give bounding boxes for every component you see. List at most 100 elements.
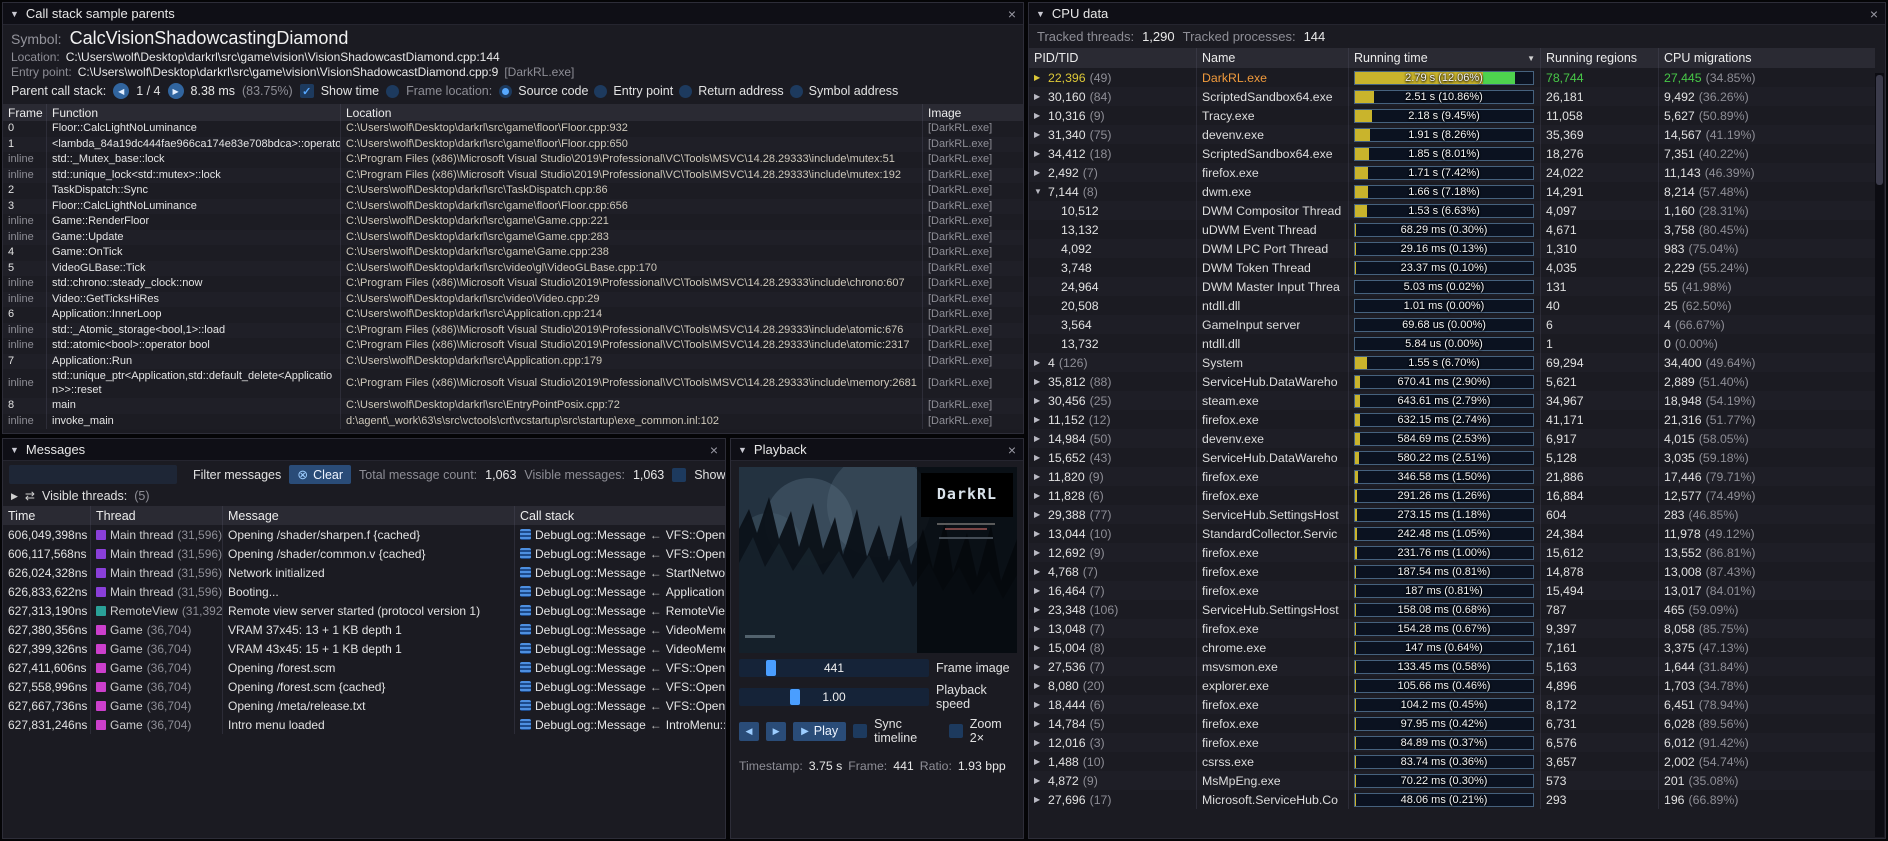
callstack-icon[interactable] (520, 548, 531, 559)
callstack-icon[interactable] (520, 719, 531, 730)
cpu-process-row[interactable]: ▶2,492(7)firefox.exe1.71 s (7.42%)24,022… (1029, 163, 1875, 182)
message-callstack[interactable]: DebugLog::Message←StartNetwo (515, 563, 725, 582)
callstack-frame-row[interactable]: 0Floor::CalcLightNoLuminanceC:\Users\wol… (3, 121, 1023, 137)
message-callstack[interactable]: DebugLog::Message←VideoMemo (515, 620, 725, 639)
cpu-process-row[interactable]: ▶27,536(7)msvsmon.exe133.45 ms (0.58%)5,… (1029, 657, 1875, 676)
cpu-process-row[interactable]: 24,964DWM Master Input Threa5.03 ms (0.0… (1029, 277, 1875, 296)
zoom-2x-checkbox[interactable] (949, 724, 963, 738)
message-callstack[interactable]: DebugLog::Message←VFS::Open (515, 696, 725, 715)
filter-input[interactable] (9, 465, 177, 484)
close-icon[interactable]: × (1008, 443, 1016, 457)
cpu-process-row[interactable]: ▶11,152(12)firefox.exe632.15 ms (2.74%)4… (1029, 410, 1875, 429)
cpu-process-row[interactable]: ▶35,812(88)ServiceHub.DataWareho670.41 m… (1029, 372, 1875, 391)
callstack-frame-row[interactable]: 2TaskDispatch::SyncC:\Users\wolf\Desktop… (3, 183, 1023, 199)
message-row[interactable]: 627,380,356nsGame(36,704)VRAM 37x45: 13 … (3, 620, 725, 639)
cpu-process-row[interactable]: 13,132uDWM Event Thread68.29 ms (0.30%)4… (1029, 220, 1875, 239)
message-row[interactable]: 627,558,996nsGame(36,704)Opening /forest… (3, 677, 725, 696)
next-parent-button[interactable]: ▶ (168, 83, 184, 99)
cpu-process-row[interactable]: ▶13,044(10)StandardCollector.Servic242.4… (1029, 524, 1875, 543)
message-row[interactable]: 606,117,568nsMain thread(31,596)Opening … (3, 544, 725, 563)
expand-icon[interactable]: ▶ (1034, 586, 1044, 595)
expand-icon[interactable]: ▶ (1034, 700, 1044, 709)
radio-source-code[interactable] (499, 85, 512, 98)
cpu-process-row[interactable]: 3,748DWM Token Thread23.37 ms (0.10%)4,0… (1029, 258, 1875, 277)
expand-icon[interactable]: ▶ (1034, 548, 1044, 557)
cpu-process-row[interactable]: ▶11,820(9)firefox.exe346.58 ms (1.50%)21… (1029, 467, 1875, 486)
expand-icon[interactable]: ▶ (1034, 795, 1044, 804)
cpu-process-row[interactable]: ▶18,444(6)firefox.exe104.2 ms (0.45%)8,1… (1029, 695, 1875, 714)
callstack-icon[interactable] (520, 605, 531, 616)
radio-return-address[interactable] (679, 85, 692, 98)
callstack-icon[interactable] (520, 529, 531, 540)
expand-icon[interactable]: ▶ (1034, 757, 1044, 766)
prev-parent-button[interactable]: ◀ (113, 83, 129, 99)
callstack-frame-row[interactable]: inlineVideo::GetTicksHiResC:\Users\wolf\… (3, 292, 1023, 308)
cpu-process-row[interactable]: ▶23,348(106)ServiceHub.SettingsHost158.0… (1029, 600, 1875, 619)
cpu-process-row[interactable]: 4,092DWM LPC Port Thread29.16 ms (0.13%)… (1029, 239, 1875, 258)
scrollbar[interactable] (1875, 73, 1884, 837)
collapse-icon[interactable]: ▼ (10, 445, 19, 455)
callstack-frame-row[interactable]: inlinestd::_Atomic_storage<bool,1>::load… (3, 323, 1023, 339)
callstack-icon[interactable] (520, 567, 531, 578)
expand-icon[interactable]: ▶ (1034, 358, 1044, 367)
callstack-icon[interactable] (520, 643, 531, 654)
callstack-frame-row[interactable]: 4Game::OnTickC:\Users\wolf\Desktop\darkr… (3, 245, 1023, 261)
cpu-process-row[interactable]: ▶16,464(7)firefox.exe187 ms (0.81%)15,49… (1029, 581, 1875, 600)
expand-threads-icon[interactable]: ▶ (11, 491, 18, 502)
callstack-frame-row[interactable]: inlinestd::atomic<bool>::operator boolC:… (3, 338, 1023, 354)
callstack-frame-row[interactable]: inlineinvoke_maind:\agent\_work\63\s\src… (3, 414, 1023, 430)
cpu-process-row[interactable]: 3,564GameInput server69.68 us (0.00%)64(… (1029, 315, 1875, 334)
expand-icon[interactable]: ▶ (1034, 92, 1044, 101)
message-callstack[interactable]: DebugLog::Message←VFS::Open (515, 544, 725, 563)
callstack-frame-row[interactable]: inlinestd::chrono::steady_clock::nowC:\P… (3, 276, 1023, 292)
cpu-process-row[interactable]: ▶8,080(20)explorer.exe105.66 ms (0.46%)4… (1029, 676, 1875, 695)
expand-icon[interactable]: ▶ (1034, 567, 1044, 576)
expand-icon[interactable]: ▶ (1034, 510, 1044, 519)
play-button[interactable]: ▶Play (793, 722, 846, 741)
cpu-process-row[interactable]: ▶10,316(9)Tracy.exe2.18 s (9.45%)11,0585… (1029, 106, 1875, 125)
expand-icon[interactable]: ▶ (1034, 472, 1044, 481)
cpu-process-row[interactable]: ▶12,692(9)firefox.exe231.76 ms (1.00%)15… (1029, 543, 1875, 562)
cpu-process-row[interactable]: 20,508ntdll.dll1.01 ms (0.00%)4025(62.50… (1029, 296, 1875, 315)
scrollbar-thumb[interactable] (1876, 75, 1883, 185)
playback-speed-slider[interactable]: 1.00 (739, 688, 929, 706)
cpu-process-row[interactable]: ▶1,488(10)csrss.exe83.74 ms (0.36%)3,657… (1029, 752, 1875, 771)
expand-icon[interactable]: ▶ (1034, 130, 1044, 139)
collapse-icon[interactable]: ▼ (738, 445, 747, 455)
cpu-process-row[interactable]: ▶4(126)System1.55 s (6.70%)69,29434,400(… (1029, 353, 1875, 372)
expand-icon[interactable]: ▶ (1034, 491, 1044, 500)
expand-icon[interactable]: ▶ (1034, 643, 1044, 652)
message-row[interactable]: 627,399,326nsGame(36,704)VRAM 43x45: 15 … (3, 639, 725, 658)
cpu-process-row[interactable]: ▶22,396(49)DarkRL.exe2.79 s (12.06%)78,7… (1029, 68, 1875, 87)
message-callstack[interactable]: DebugLog::Message←RemoteVie (515, 601, 725, 620)
expand-icon[interactable]: ▶ (1034, 624, 1044, 633)
close-icon[interactable]: × (1870, 7, 1878, 21)
show-frame-checkbox[interactable] (672, 468, 686, 482)
collapse-icon[interactable]: ▼ (10, 9, 19, 19)
message-callstack[interactable]: DebugLog::Message←VFS::Open (515, 658, 725, 677)
message-row[interactable]: 627,667,736nsGame(36,704)Opening /meta/r… (3, 696, 725, 715)
cpu-process-row[interactable]: ▶30,456(25)steam.exe643.61 ms (2.79%)34,… (1029, 391, 1875, 410)
expand-icon[interactable]: ▶ (1034, 738, 1044, 747)
callstack-frame-row[interactable]: 6Application::InnerLoopC:\Users\wolf\Des… (3, 307, 1023, 323)
callstack-frame-row[interactable]: inlinestd::unique_lock<std::mutex>::lock… (3, 168, 1023, 184)
close-icon[interactable]: × (710, 443, 718, 457)
column-header-name[interactable]: Name (1197, 48, 1349, 68)
radio-symbol-address[interactable] (790, 85, 803, 98)
cpu-process-row[interactable]: ▶4,872(9)MsMpEng.exe70.22 ms (0.30%)5732… (1029, 771, 1875, 790)
column-header-running-regions[interactable]: Running regions (1541, 48, 1659, 68)
cpu-process-row[interactable]: ▶12,016(3)firefox.exe84.89 ms (0.37%)6,5… (1029, 733, 1875, 752)
clear-button[interactable]: ⊗Clear (289, 465, 351, 484)
radio-entry-point[interactable] (594, 85, 607, 98)
cpu-process-row[interactable]: ▼7,144(8)dwm.exe1.66 s (7.18%)14,2918,21… (1029, 182, 1875, 201)
expand-icon[interactable]: ▶ (1034, 662, 1044, 671)
callstack-frame-row[interactable]: inlinestd::_Mutex_base::lockC:\Program F… (3, 152, 1023, 168)
callstack-frame-row[interactable]: 8mainC:\Users\wolf\Desktop\darkrl\src\En… (3, 398, 1023, 414)
callstack-icon[interactable] (520, 681, 531, 692)
cpu-process-row[interactable]: ▶11,828(6)firefox.exe291.26 ms (1.26%)16… (1029, 486, 1875, 505)
callstack-frame-row[interactable]: 7Application::RunC:\Users\wolf\Desktop\d… (3, 354, 1023, 370)
callstack-icon[interactable] (520, 586, 531, 597)
expand-icon[interactable]: ▶ (1034, 681, 1044, 690)
callstack-frame-row[interactable]: 3Floor::CalcLightNoLuminanceC:\Users\wol… (3, 199, 1023, 215)
frame-location-radio[interactable] (386, 85, 399, 98)
